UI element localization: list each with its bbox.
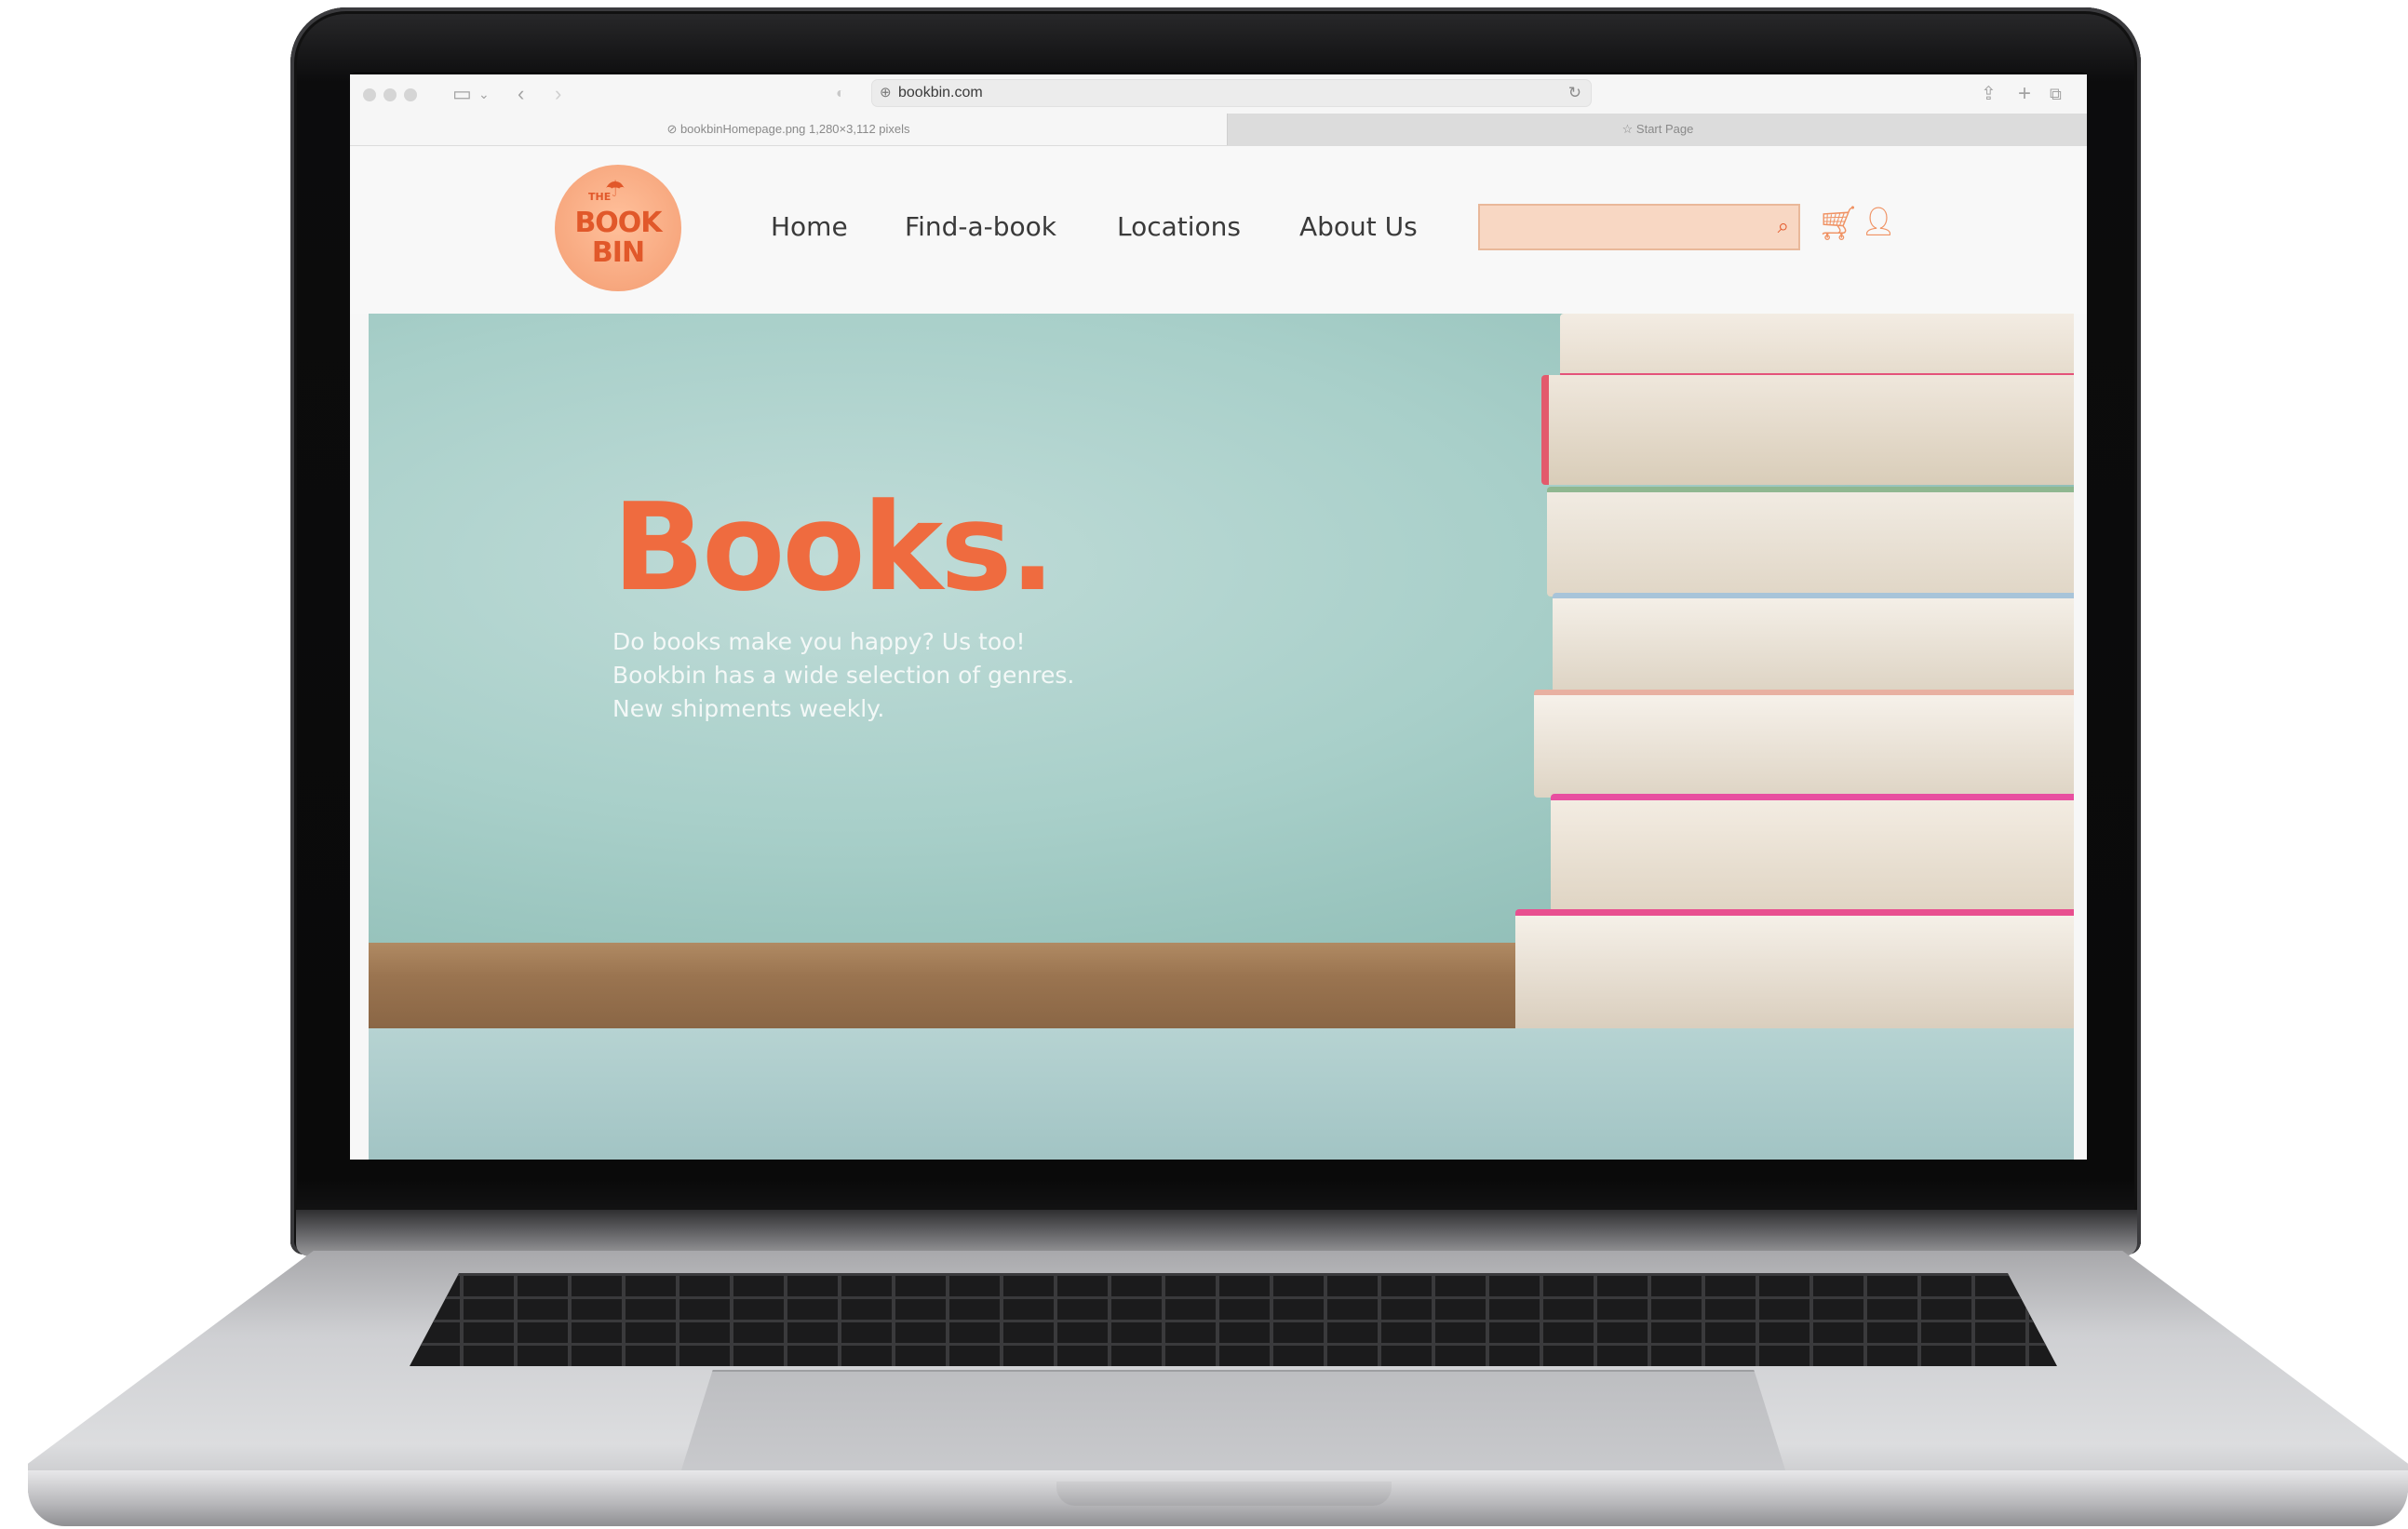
cart-icon[interactable]: 🛒︎ (1817, 204, 1860, 243)
browser-toolbar: ▭ ⌄ ‹ › ◐ ⊕ bookbin.com ↻ ⇪ + ⧉ (350, 74, 2087, 114)
window-minimize-button[interactable] (383, 88, 397, 101)
search-icon[interactable]: ⌕ (1778, 214, 1789, 238)
laptop-hinge (296, 1210, 2137, 1256)
globe-icon: ⊕ (880, 85, 892, 101)
keyboard (410, 1273, 2057, 1366)
tab-image[interactable]: ⊘ bookbinHomepage.png 1,280×3,112 pixels (350, 114, 1227, 145)
nav-find-a-book[interactable]: Find-a-book (905, 211, 1056, 242)
screen: ▭ ⌄ ‹ › ◐ ⊕ bookbin.com ↻ ⇪ + ⧉ ⊘ bookbi… (350, 74, 2087, 1160)
hero-line-1: Do books make you happy? Us too! (612, 628, 1026, 655)
hero-line-3: New shipments weekly. (612, 695, 885, 722)
hero-line-2: Bookbin has a wide selection of genres. (612, 662, 1075, 689)
search-input[interactable] (1480, 206, 1772, 250)
web-page: ☂ THE BOOK BIN Home Find-a-book Location… (350, 146, 2087, 1160)
window-zoom-button[interactable] (404, 88, 417, 101)
logo-book: BOOK (574, 207, 662, 239)
nav-about-us[interactable]: About Us (1299, 211, 1418, 242)
tab-overview-icon[interactable]: ⧉ (2050, 82, 2062, 106)
nav-home[interactable]: Home (771, 211, 848, 242)
forward-icon[interactable]: › (555, 82, 561, 106)
nav-locations[interactable]: Locations (1117, 211, 1241, 242)
book-stack-image (1515, 314, 2074, 1028)
sidebar-toggle-icon[interactable]: ▭ (452, 82, 472, 106)
next-section (369, 1028, 2074, 1160)
back-icon[interactable]: ‹ (518, 82, 524, 106)
privacy-shield-icon[interactable]: ◐ (836, 82, 845, 106)
star-icon: ☆ (1621, 122, 1636, 136)
bookbin-logo[interactable]: ☂ THE BOOK BIN (555, 165, 681, 291)
reload-icon[interactable]: ↻ (1568, 80, 1581, 106)
tab-image-label: bookbinHomepage.png 1,280×3,112 pixels (679, 122, 910, 136)
new-tab-icon[interactable]: + (2018, 82, 2031, 106)
logo-the: THE (588, 191, 612, 203)
hero-title: Books. (612, 476, 1056, 618)
site-search: ⌕ (1478, 204, 1800, 250)
tab-start-page-label: Start Page (1635, 122, 1694, 136)
address-url: bookbin.com (898, 85, 983, 101)
image-tab-icon: ⊘ (666, 122, 680, 136)
logo-bin: BIN (591, 236, 645, 269)
user-icon[interactable]: 👤︎ (1861, 206, 1896, 238)
address-bar[interactable]: ⊕ bookbin.com ↻ (871, 79, 1592, 107)
lid-notch (1056, 1482, 1392, 1506)
trackpad (679, 1370, 1787, 1476)
chevron-down-icon[interactable]: ⌄ (478, 82, 490, 106)
share-icon[interactable]: ⇪ (1981, 82, 1997, 106)
tab-bar: ⊘ bookbinHomepage.png 1,280×3,112 pixels… (350, 114, 2087, 146)
tab-start-page[interactable]: ☆ Start Page (1227, 114, 2087, 145)
site-header: ☂ THE BOOK BIN Home Find-a-book Location… (350, 146, 2087, 314)
window-close-button[interactable] (363, 88, 376, 101)
hero-banner: Books. Do books make you happy? Us too! … (369, 314, 2074, 1028)
